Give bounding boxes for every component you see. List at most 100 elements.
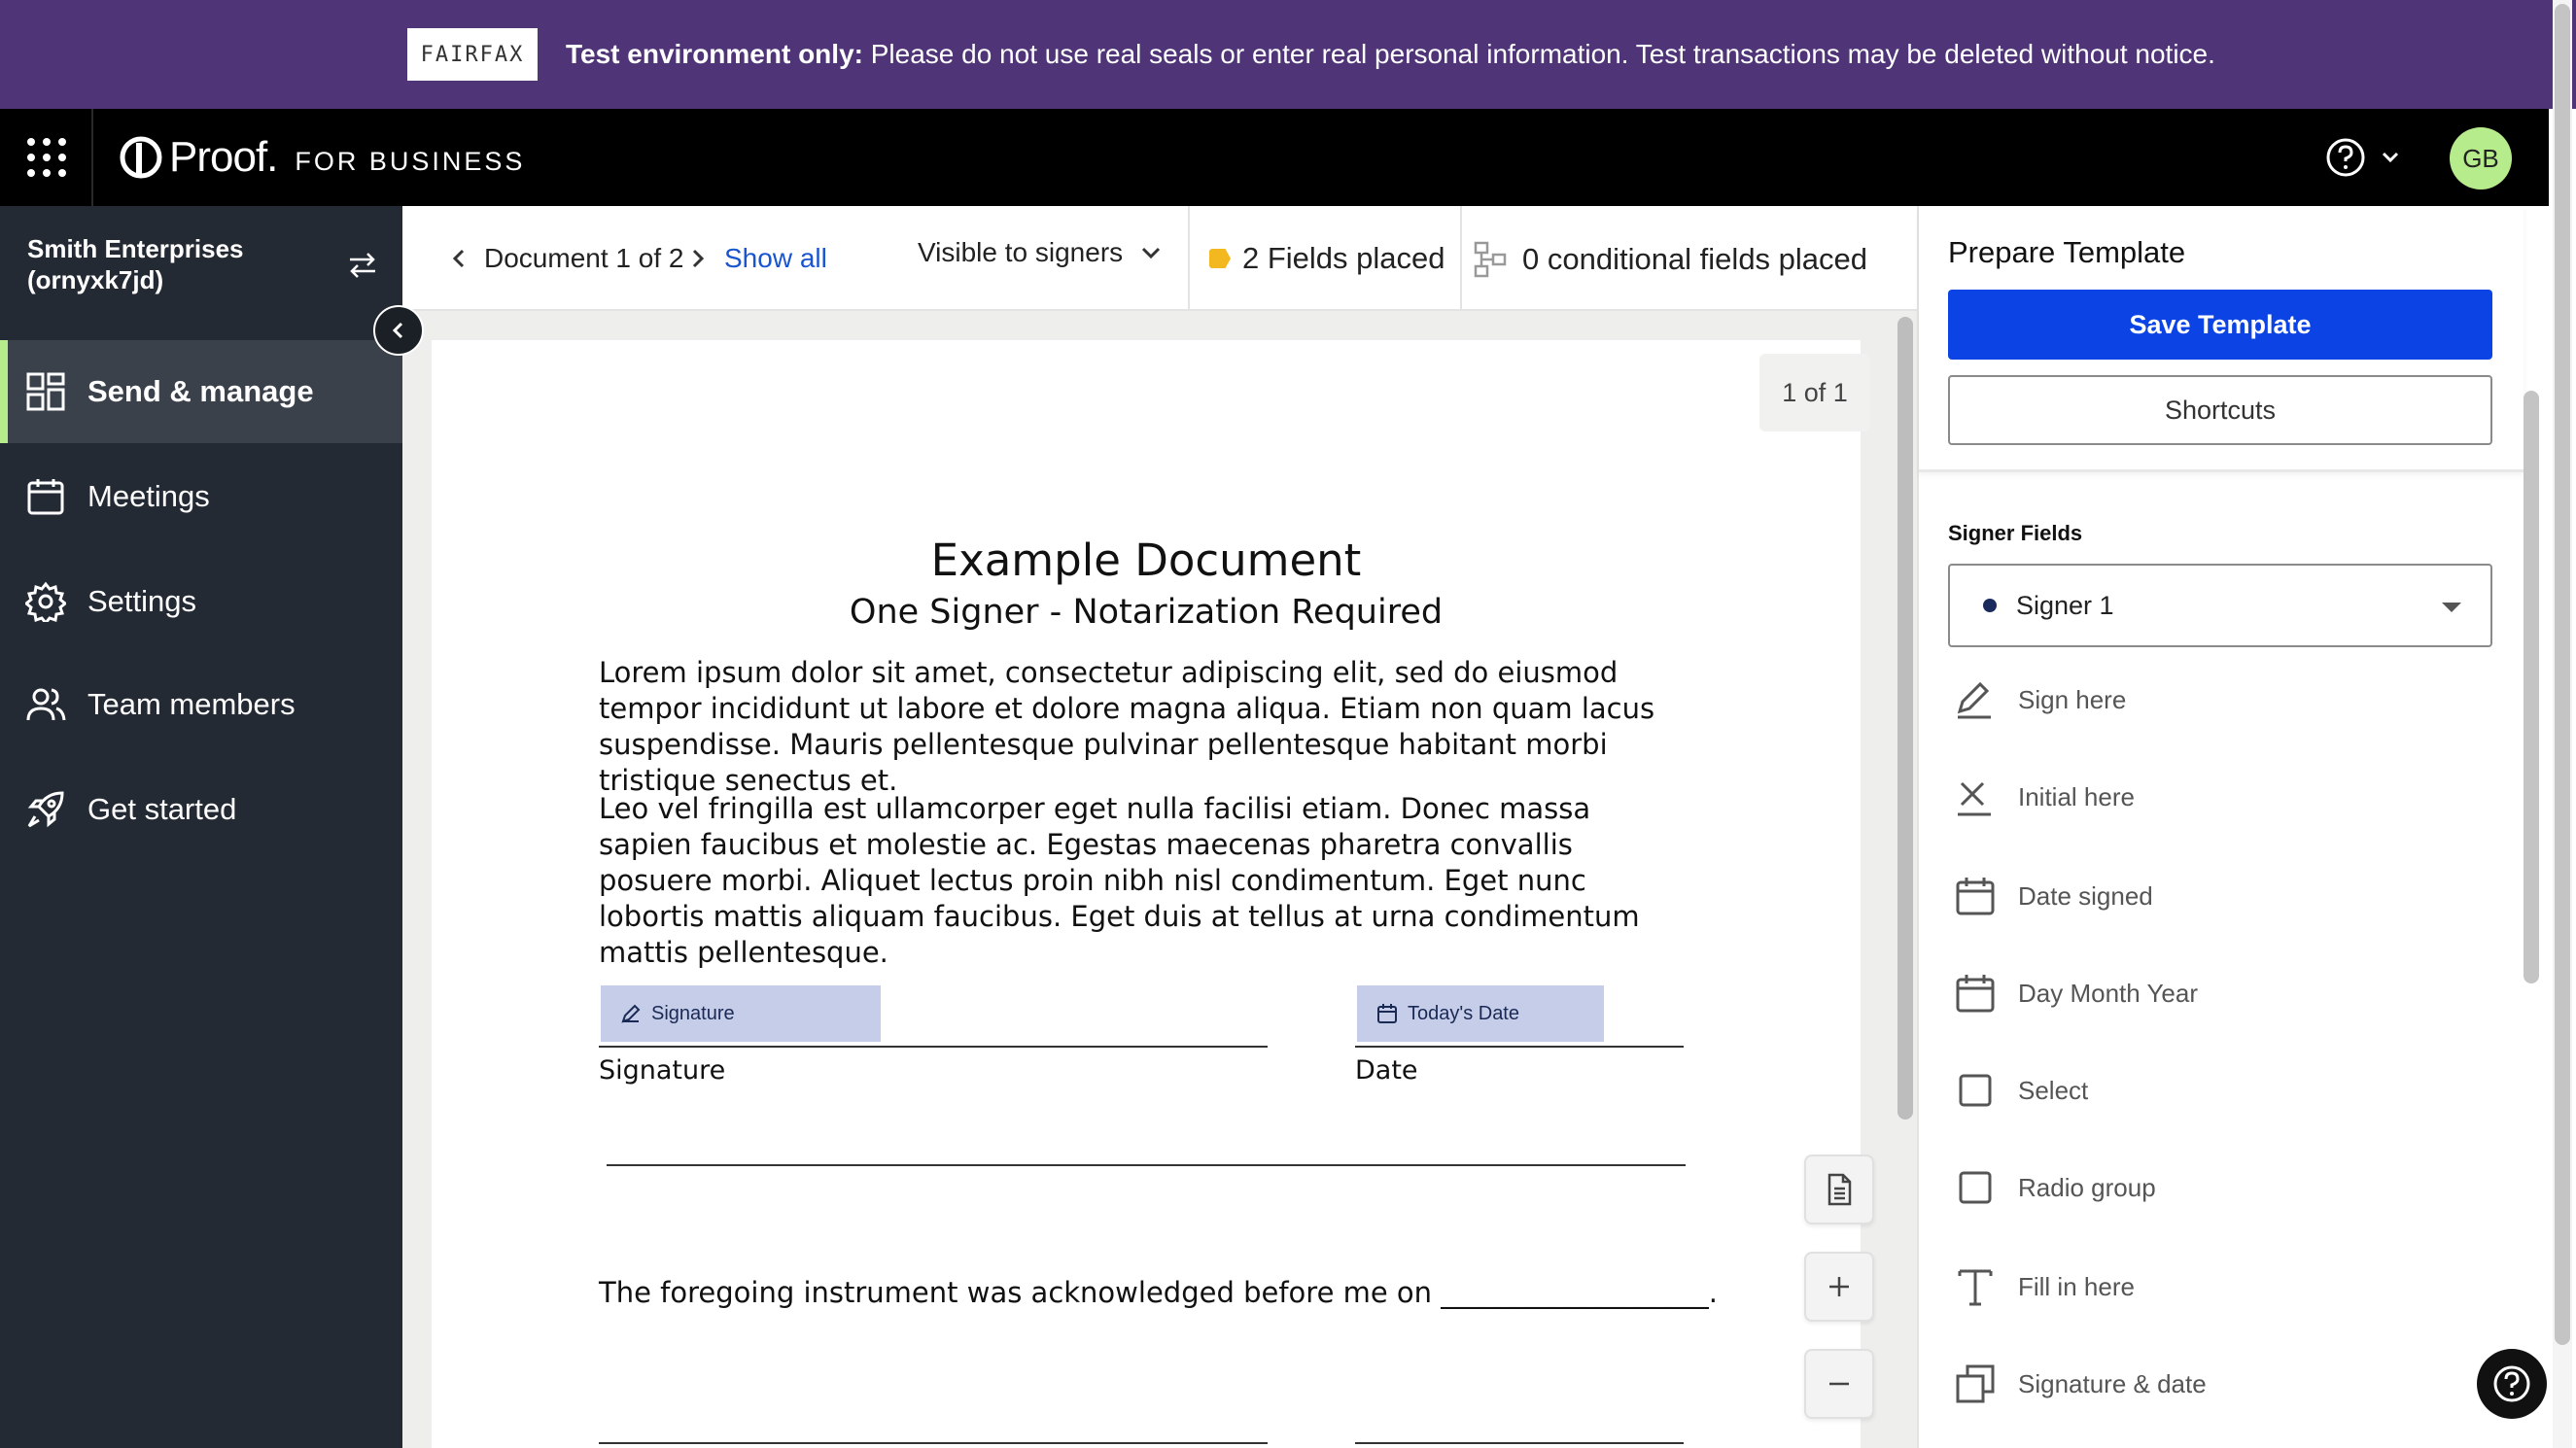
previous-document-icon[interactable]: [445, 241, 472, 276]
date-field[interactable]: Today's Date: [1357, 985, 1604, 1042]
brand-suffix: FOR BUSINESS: [295, 146, 526, 176]
calendar-icon: [1956, 975, 1995, 1013]
save-template-button[interactable]: Save Template: [1948, 290, 2492, 360]
document-view-button[interactable]: [1804, 1155, 1874, 1224]
sidebar-item-send-manage[interactable]: Send & manage: [0, 340, 402, 443]
brand-name: Proof.: [169, 133, 278, 181]
top-navigation-bar: Proof. FOR BUSINESS GB: [0, 109, 2549, 206]
calendar-icon: [27, 479, 64, 515]
panel-scrollbar[interactable]: [2524, 391, 2539, 983]
users-icon: [26, 688, 66, 721]
signature-line-label: Signature: [599, 1055, 726, 1086]
next-document-icon[interactable]: [684, 241, 712, 276]
document-paragraph: Leo vel fringilla est ullamcorper eget n…: [599, 792, 1640, 969]
sidebar-item-label: Team members: [87, 687, 296, 721]
tool-sign-here[interactable]: Sign here: [1948, 661, 2492, 739]
shortcuts-button[interactable]: Shortcuts: [1948, 375, 2492, 445]
tag-icon: [1209, 249, 1231, 268]
proof-logo[interactable]: Proof. FOR BUSINESS: [119, 126, 525, 189]
topbar-divider: [91, 109, 93, 206]
tool-fill-in-here[interactable]: Fill in here: [1948, 1248, 2492, 1326]
minus-icon: [1829, 1382, 1849, 1386]
page-indicator: 1 of 1: [1759, 354, 1870, 431]
org-id: (ornyxk7jd): [27, 265, 164, 294]
tool-day-month-year[interactable]: Day Month Year: [1948, 954, 2492, 1032]
signature-field-label: Signature: [651, 1002, 735, 1024]
conditional-fields-status: 0 conditional fields placed: [1474, 241, 1867, 278]
page-scrollbar-thumb[interactable]: [2555, 4, 2570, 1345]
page-scrollbar: [2553, 0, 2572, 1448]
tool-label: Date signed: [2018, 880, 2153, 911]
question-circle-icon: [2326, 138, 2365, 177]
zoom-in-button[interactable]: [1804, 1252, 1874, 1322]
help-chat-button[interactable]: [2477, 1349, 2547, 1419]
checkbox-icon: [1959, 1171, 1992, 1204]
banner-text: Please do not use real seals or enter re…: [862, 39, 2215, 69]
zoom-out-button[interactable]: [1804, 1349, 1874, 1419]
document-page[interactable]: Example Document One Signer - Notarizati…: [432, 340, 1861, 1448]
document-icon: [1828, 1173, 1852, 1206]
tool-label: Day Month Year: [2018, 978, 2199, 1008]
org-name: Smith Enterprises: [27, 234, 244, 263]
panel-title: Prepare Template: [1948, 235, 2186, 269]
signer-select[interactable]: Signer 1: [1948, 564, 2492, 647]
tool-label: Radio group: [2018, 1172, 2156, 1202]
chevron-down-icon: [1142, 247, 1161, 259]
switch-organization-icon[interactable]: [346, 249, 379, 282]
blank-line: [607, 1164, 1686, 1166]
signer-fields-heading: Signer Fields: [1948, 521, 2083, 545]
checkbox-icon: [1959, 1074, 1992, 1107]
sidebar-item-label: Get started: [87, 792, 237, 826]
show-all-link[interactable]: Show all: [724, 243, 827, 274]
date-line: [1355, 1046, 1684, 1048]
app-grid-icon[interactable]: [25, 136, 68, 179]
document-title: Example Document: [930, 534, 1362, 586]
help-menu-button[interactable]: [2325, 135, 2407, 180]
sidebar: Smith Enterprises (ornyxk7jd) Send & man…: [0, 206, 402, 1448]
tool-signature-date[interactable]: Signature & date: [1948, 1345, 2492, 1423]
sidebar-item-get-started[interactable]: Get started: [0, 758, 402, 861]
viewer-scrollbar[interactable]: [1897, 317, 1913, 1120]
document-viewer[interactable]: Example Document One Signer - Notarizati…: [402, 311, 1917, 1448]
toolbar-divider: [1460, 206, 1462, 311]
plus-icon: [1829, 1277, 1849, 1296]
panel-header: Prepare Template Save Template Shortcuts: [1919, 206, 2524, 472]
tool-label: Sign here: [2018, 684, 2127, 714]
tool-select[interactable]: Select: [1948, 1052, 2492, 1129]
tool-initial-here[interactable]: Initial here: [1948, 758, 2492, 836]
sidebar-item-label: Meetings: [87, 479, 210, 513]
toolbar-divider: [1188, 206, 1190, 311]
banner-message: Test environment only: Please do not use…: [566, 0, 2215, 109]
notary-date-line: [1355, 1442, 1684, 1444]
sidebar-item-meetings[interactable]: Meetings: [0, 445, 402, 548]
visibility-dropdown[interactable]: Visible to signers: [918, 231, 1164, 274]
fields-placed-text: 2 Fields placed: [1242, 241, 1445, 275]
document-toolbar: Document 1 of 2 Show all Visible to sign…: [402, 206, 1917, 311]
user-avatar[interactable]: GB: [2450, 127, 2512, 190]
tool-label: Initial here: [2018, 781, 2135, 811]
collapse-sidebar-button[interactable]: [373, 305, 424, 356]
text-icon: [1958, 1269, 1993, 1306]
date-line-label: Date: [1355, 1055, 1418, 1086]
signature-line: [599, 1046, 1268, 1048]
sidebar-item-label: Settings: [87, 584, 197, 618]
document-subtitle: One Signer - Notarization Required: [849, 593, 1444, 632]
sidebar-item-settings[interactable]: Settings: [0, 550, 402, 653]
signature-field[interactable]: Signature: [601, 985, 881, 1042]
x-mark-icon: [1958, 781, 1991, 816]
organization-name: Smith Enterprises (ornyxk7jd): [27, 233, 244, 295]
visibility-label: Visible to signers: [918, 237, 1124, 267]
proof-logo-icon: [120, 136, 162, 179]
pen-icon: [1957, 681, 1991, 719]
banner-bold-text: Test environment only:: [566, 39, 863, 69]
tool-radio-group[interactable]: Radio group: [1948, 1149, 2492, 1226]
sidebar-item-label: Send & manage: [87, 374, 314, 408]
notary-signature-line: [599, 1442, 1268, 1444]
chevron-left-icon: [392, 322, 403, 339]
sidebar-item-team-members[interactable]: Team members: [0, 653, 402, 756]
tool-date-signed[interactable]: Date signed: [1948, 857, 2492, 935]
signer-color-dot: [1983, 599, 1997, 612]
acknowledgement-text: The foregoing instrument was acknowledge…: [599, 1276, 1718, 1309]
gear-icon: [25, 581, 66, 622]
question-circle-icon: [2493, 1365, 2530, 1402]
